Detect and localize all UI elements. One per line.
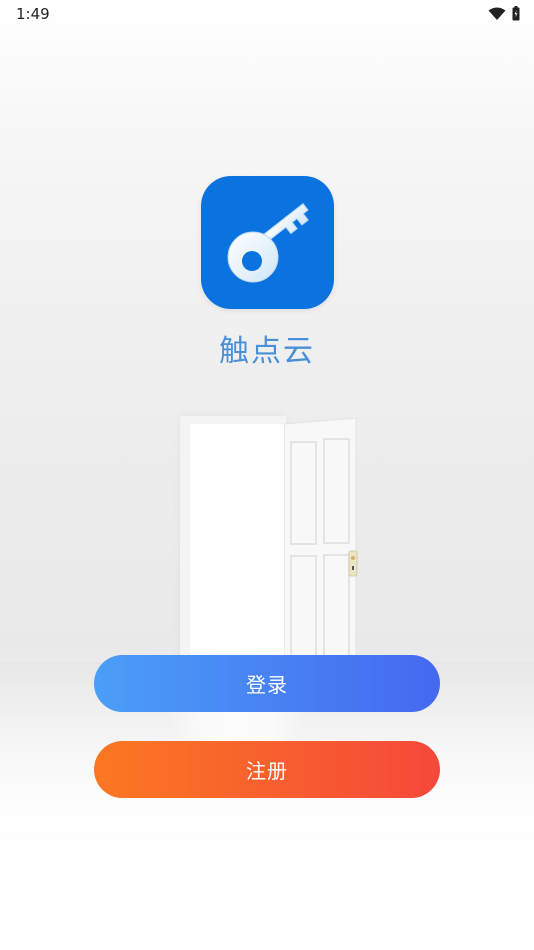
battery-icon — [512, 6, 520, 21]
login-button[interactable]: 登录 — [94, 655, 440, 712]
open-door-illustration — [284, 418, 358, 664]
app-logo — [201, 176, 334, 309]
status-time: 1:49 — [16, 5, 50, 23]
register-button[interactable]: 注册 — [94, 741, 440, 798]
wifi-icon — [488, 7, 506, 20]
key-icon — [227, 202, 309, 283]
status-bar: 1:49 — [0, 0, 534, 28]
door-opening — [190, 424, 284, 666]
app-name: 触点云 — [219, 334, 315, 369]
status-icons — [488, 6, 520, 21]
